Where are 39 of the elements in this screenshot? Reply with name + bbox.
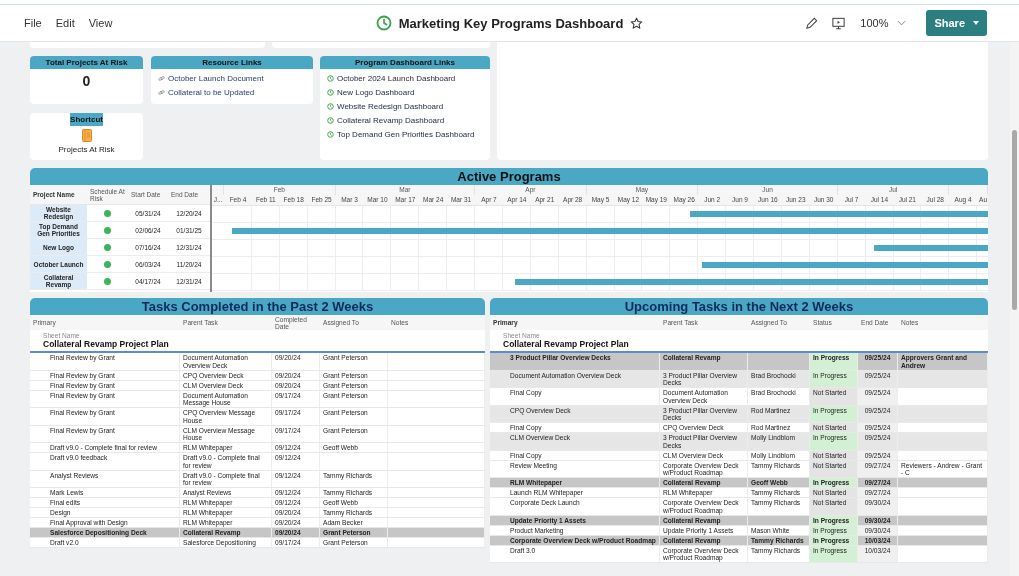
dashboard-link[interactable]: New Logo Dashboard: [337, 87, 415, 97]
dashboard-link[interactable]: October 2024 Launch Dashboard: [337, 73, 456, 83]
menu-item[interactable]: View: [82, 15, 119, 31]
dashboard-icon: [375, 15, 392, 31]
sheet-name: Collateral Revamp Project Plan: [43, 339, 170, 350]
sheet-name: Collateral Revamp Project Plan: [503, 339, 630, 350]
dashboard-link[interactable]: Website Redesign Dashboard: [337, 101, 444, 111]
share-button[interactable]: Share: [926, 10, 987, 36]
shortcut-link[interactable]: Projects At Risk: [58, 145, 115, 154]
menu-item[interactable]: Edit: [49, 15, 81, 31]
section-title: Upcoming Tasks in the Next 2 Weeks: [490, 298, 988, 315]
link-icon: [158, 74, 165, 82]
dashboard-link[interactable]: Top Demand Gen Priorities Dashboard: [337, 129, 475, 139]
dashboard-link[interactable]: Collateral Revamp Dashboard: [337, 115, 445, 125]
widget-header: Shortcut: [70, 113, 103, 126]
caret-icon: [973, 21, 979, 25]
resource-link[interactable]: October Launch Document: [168, 73, 264, 83]
risk-count: 0: [81, 73, 92, 89]
section-title: Active Programs: [30, 168, 988, 185]
present-icon[interactable]: [831, 15, 847, 31]
section-title: Tasks Completed in the Past 2 Weeks: [30, 298, 485, 315]
pencil-icon[interactable]: [804, 15, 820, 31]
widget-header: Resource Links: [151, 56, 313, 69]
chevron-icon: [897, 20, 907, 26]
dashboard-icon: [327, 130, 334, 138]
dashboard-title: Marketing Key Programs Dashboard: [398, 15, 624, 31]
dashboard-icon: [327, 74, 334, 82]
dashboard-icon: [327, 116, 334, 124]
widget-header: Total Projects At Risk: [30, 56, 143, 69]
zoom-dropdown[interactable]: 100%: [858, 15, 915, 31]
notebook-icon[interactable]: [81, 129, 92, 142]
widget-header: Program Dashboard Links: [320, 56, 490, 69]
resource-link[interactable]: Collateral to be Updated: [168, 87, 255, 97]
dashboard-icon: [327, 102, 334, 110]
menu-item[interactable]: File: [18, 15, 48, 31]
link-icon: [158, 88, 165, 96]
star-icon[interactable]: [630, 16, 644, 30]
dashboard-icon: [327, 88, 334, 96]
scrollbar[interactable]: [1010, 42, 1019, 576]
